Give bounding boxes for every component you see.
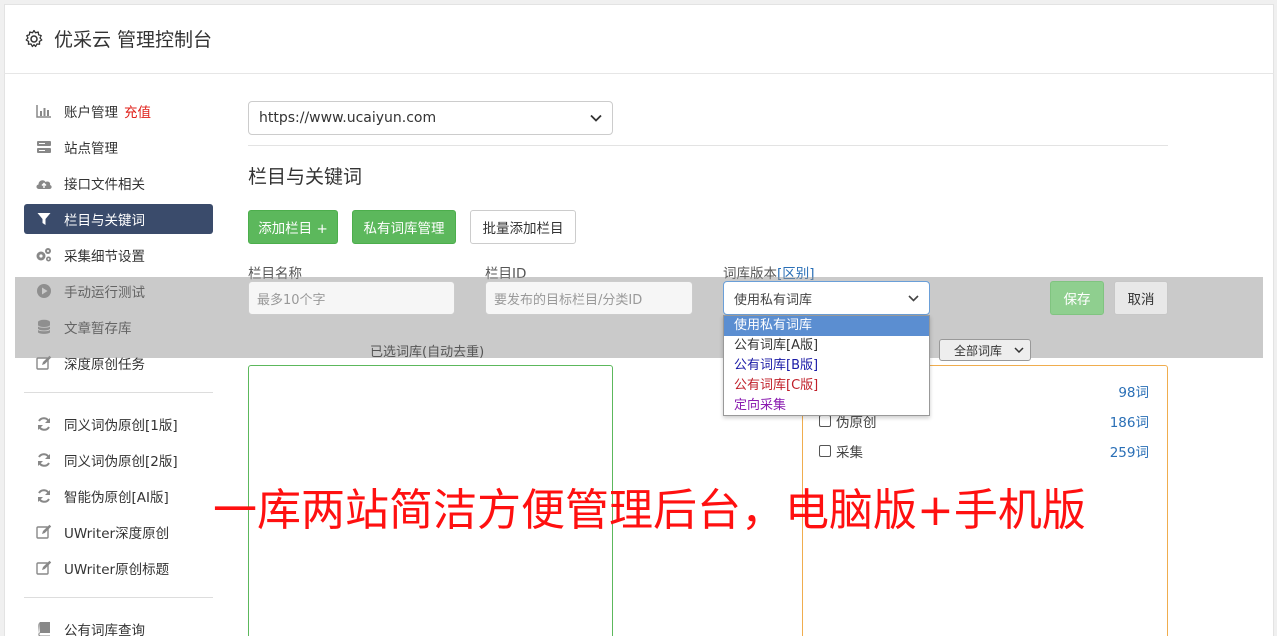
lib-row-count: 259词	[1109, 445, 1149, 461]
refresh-icon	[35, 487, 53, 505]
sidebar-item-account[interactable]: 账户管理 充值	[24, 96, 213, 126]
refresh-icon	[35, 415, 53, 433]
bar-chart-icon	[35, 102, 53, 120]
book-icon	[35, 620, 53, 636]
lib-checkbox[interactable]	[819, 415, 831, 427]
server-icon	[35, 138, 53, 156]
sidebar-item-label: 公有词库查询	[64, 623, 145, 636]
cogs-icon	[35, 246, 53, 264]
sidebar-item-columns-keywords[interactable]: 栏目与关键词	[24, 204, 213, 234]
sidebar: 账户管理 充值 站点管理 接口文件相关 栏目与关键词 采集细节设置 手动运行测试	[24, 96, 213, 636]
recharge-link[interactable]: 充值	[124, 101, 151, 121]
column-id-placeholder: 要发布的目标栏目/分类ID	[494, 292, 643, 308]
cloud-upload-icon	[35, 174, 53, 192]
sidebar-item-uwriter-title[interactable]: UWriter原创标题	[24, 553, 213, 583]
lib-row[interactable]: 采集 259词	[819, 441, 1149, 461]
divider	[248, 145, 1168, 146]
sidebar-item-label: 同义词伪原创[2版]	[64, 454, 178, 470]
batch-add-button[interactable]: 批量添加栏目	[470, 210, 576, 244]
sidebar-item-interface-files[interactable]: 接口文件相关	[24, 168, 213, 198]
sidebar-item-label: 同义词伪原创[1版]	[64, 418, 178, 434]
private-lib-button[interactable]: 私有词库管理	[352, 210, 456, 244]
sidebar-item-synonym-v2[interactable]: 同义词伪原创[2版]	[24, 445, 213, 475]
lib-version-select[interactable]: 使用私有词库	[723, 281, 930, 315]
promo-banner-text: 一库两站简洁方便管理后台，电脑版+手机版	[213, 485, 1086, 536]
save-button[interactable]: 保存	[1050, 281, 1104, 315]
add-column-button[interactable]: 添加栏目 +	[248, 210, 338, 244]
dropdown-option-public-a[interactable]: 公有词库[A版]	[724, 336, 929, 356]
column-name-input[interactable]: 最多10个字	[248, 281, 455, 315]
sidebar-item-label: UWriter深度原创	[64, 526, 170, 542]
sidebar-item-label: 站点管理	[64, 141, 118, 157]
dropdown-option-public-b[interactable]: 公有词库[B版]	[724, 356, 929, 376]
sidebar-item-ai-rewrite[interactable]: 智能伪原创[AI版]	[24, 481, 213, 511]
sidebar-item-label: 账户管理	[64, 105, 118, 121]
sidebar-item-label: UWriter原创标题	[64, 562, 170, 578]
chevron-down-icon	[1014, 347, 1024, 353]
sidebar-item-label: 智能伪原创[AI版]	[64, 490, 169, 506]
sidebar-item-label: 栏目与关键词	[64, 213, 145, 229]
cancel-button[interactable]: 取消	[1114, 281, 1168, 315]
dropdown-option-targeted[interactable]: 定向采集	[724, 396, 929, 416]
section-title: 栏目与关键词	[248, 166, 363, 188]
site-select[interactable]: https://www.ucaiyun.com	[248, 101, 613, 135]
chevron-down-icon	[908, 294, 919, 302]
column-id-input[interactable]: 要发布的目标栏目/分类ID	[485, 281, 693, 315]
dropdown-option-public-c[interactable]: 公有词库[C版]	[724, 376, 929, 396]
lib-version-dropdown: 使用私有词库 公有词库[A版] 公有词库[B版] 公有词库[C版] 定向采集	[723, 315, 930, 416]
site-select-value: https://www.ucaiyun.com	[259, 110, 437, 126]
sidebar-item-sites[interactable]: 站点管理	[24, 132, 213, 162]
lib-row-label: 采集	[836, 445, 863, 461]
app-header: 优采云 管理控制台	[4, 4, 1274, 74]
dropdown-option-private[interactable]: 使用私有词库	[724, 316, 929, 336]
sidebar-item-public-lib-query[interactable]: 公有词库查询	[24, 614, 213, 636]
selected-libs-label: 已选词库(自动去重)	[370, 345, 485, 360]
sidebar-item-label: 接口文件相关	[64, 177, 145, 193]
app-title: 优采云 管理控制台	[54, 29, 213, 51]
filter-icon	[35, 210, 53, 228]
lib-filter-select[interactable]: 全部词库	[939, 339, 1031, 361]
sidebar-divider	[24, 597, 213, 598]
lib-checkbox[interactable]	[819, 445, 831, 457]
lib-version-value: 使用私有词库	[734, 292, 813, 308]
column-name-placeholder: 最多10个字	[257, 292, 326, 308]
lib-row-count: 98词	[1118, 385, 1149, 401]
sidebar-item-collect-settings[interactable]: 采集细节设置	[24, 240, 213, 270]
chevron-down-icon	[590, 114, 602, 122]
edit-icon	[35, 523, 53, 541]
lib-filter-value: 全部词库	[954, 343, 1003, 358]
sidebar-item-label: 采集细节设置	[64, 249, 145, 265]
gear-icon	[25, 29, 43, 47]
edit-icon	[35, 559, 53, 577]
sidebar-divider	[24, 392, 213, 393]
sidebar-item-uwriter-deep[interactable]: UWriter深度原创	[24, 517, 213, 547]
sidebar-item-synonym-v1[interactable]: 同义词伪原创[1版]	[24, 409, 213, 439]
lib-row-count: 186词	[1109, 415, 1149, 431]
refresh-icon	[35, 451, 53, 469]
